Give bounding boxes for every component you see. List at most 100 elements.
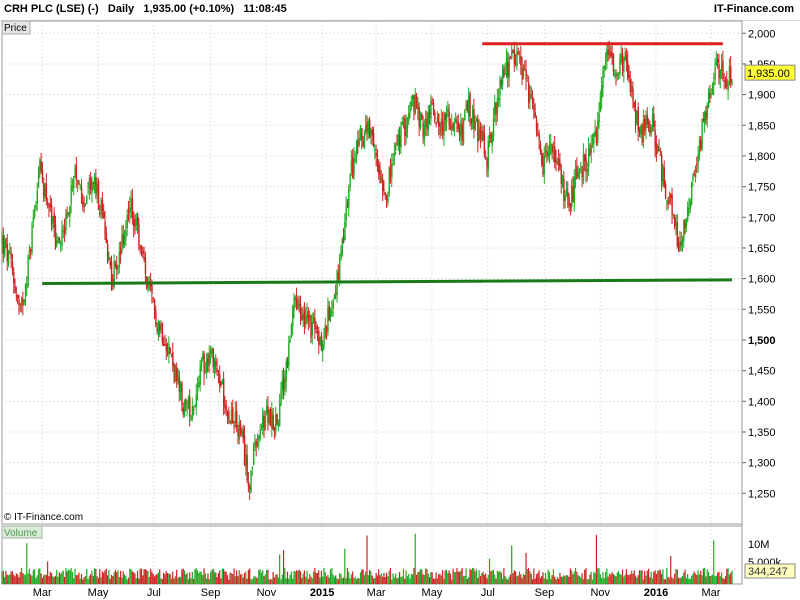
y-tick-label: 1,250	[748, 488, 776, 500]
candle-body	[580, 167, 582, 169]
volume-bar	[565, 574, 568, 584]
volume-bar	[487, 574, 489, 584]
volume-bar	[670, 556, 672, 584]
candle-body	[460, 121, 462, 135]
volume-bar	[539, 578, 541, 584]
volume-bar	[544, 572, 547, 584]
candle-body	[670, 194, 672, 198]
candle-body	[52, 216, 54, 223]
volume-bar	[461, 568, 463, 584]
volume-bar	[200, 572, 203, 584]
volume-bar	[121, 577, 123, 584]
volume-bar	[28, 568, 30, 584]
candle-body	[432, 102, 435, 113]
volume-bar	[228, 579, 230, 584]
volume-bar	[582, 579, 584, 584]
volume-bar	[277, 577, 279, 584]
candle-body	[548, 143, 551, 155]
candle-body	[254, 442, 256, 448]
candle-body	[290, 324, 293, 337]
candle-body	[572, 186, 574, 202]
candle-body	[358, 138, 360, 146]
candle-body	[646, 115, 649, 125]
volume-bar	[276, 574, 278, 584]
candle-body	[675, 223, 677, 229]
volume-bar	[495, 578, 497, 584]
volume-bar	[700, 570, 702, 584]
price-chart[interactable]: Price Volume © IT-Finance.com 1,250 1,300 1,…	[0, 0, 800, 600]
volume-bar	[217, 573, 219, 584]
candle-body	[95, 177, 97, 193]
candle-body	[70, 185, 72, 205]
volume-bar	[597, 568, 599, 584]
volume-bar	[221, 568, 223, 584]
candle-body	[292, 306, 294, 326]
volume-bar	[696, 574, 698, 584]
candle-body	[15, 295, 18, 297]
candle-body	[627, 61, 629, 78]
volume-bar	[123, 574, 126, 584]
volume-bar	[122, 571, 124, 584]
volume-bar	[438, 574, 440, 584]
volume-bar	[47, 561, 49, 584]
y-tick-label: 1,350	[748, 427, 776, 439]
candle-body	[389, 165, 392, 176]
candle-body	[335, 292, 337, 295]
candle-body	[649, 124, 651, 134]
candle-body	[711, 85, 714, 95]
candle-body	[585, 158, 587, 173]
candle-body	[427, 112, 430, 130]
candle-body	[491, 134, 493, 146]
candle-body	[567, 191, 569, 198]
volume-bar	[190, 578, 192, 584]
candle-body	[663, 167, 666, 187]
candle-body	[516, 51, 518, 67]
candle-body	[355, 140, 358, 157]
volume-bar	[730, 572, 732, 584]
candle-body	[177, 374, 179, 382]
candle-body	[372, 132, 375, 146]
candle-body	[219, 374, 221, 386]
volume-bar	[651, 578, 654, 584]
volume-bar	[86, 568, 88, 584]
volume-bar	[380, 573, 382, 584]
volume-bar	[679, 578, 681, 584]
candle-body	[6, 244, 9, 262]
volume-bar	[513, 570, 515, 584]
candle-body	[421, 113, 423, 120]
candle-body	[109, 261, 111, 266]
volume-bar	[425, 568, 427, 584]
candle-body	[302, 313, 304, 320]
candle-body	[328, 305, 330, 320]
candle-body	[518, 56, 521, 58]
volume-bar	[517, 575, 519, 584]
candle-body	[530, 95, 533, 97]
volume-bar	[44, 574, 46, 584]
volume-bar	[223, 568, 225, 584]
volume-bar	[500, 572, 502, 584]
candle-body	[641, 124, 643, 143]
y-tick-label: 1,450	[748, 366, 776, 378]
candle-body	[474, 121, 476, 130]
candle-body	[448, 111, 450, 126]
candle-body	[470, 119, 473, 124]
volume-bar	[153, 576, 156, 584]
candle-body	[653, 113, 655, 128]
candle-body	[694, 167, 697, 179]
candle-body	[638, 129, 641, 133]
volume-bar	[512, 573, 514, 584]
candle-body	[319, 336, 321, 346]
volume-bar	[661, 574, 663, 584]
candle-body	[101, 199, 104, 211]
volume-bar	[7, 575, 10, 584]
volume-bar	[359, 572, 362, 584]
volume-bar	[315, 572, 317, 584]
candle-body	[186, 406, 188, 408]
volume-bar	[452, 568, 454, 584]
volume-bar	[247, 569, 249, 584]
volume-bar	[146, 570, 148, 584]
candle-body	[232, 407, 234, 423]
volume-bar	[524, 575, 526, 584]
candle-body	[466, 101, 469, 113]
volume-bar	[182, 568, 184, 584]
